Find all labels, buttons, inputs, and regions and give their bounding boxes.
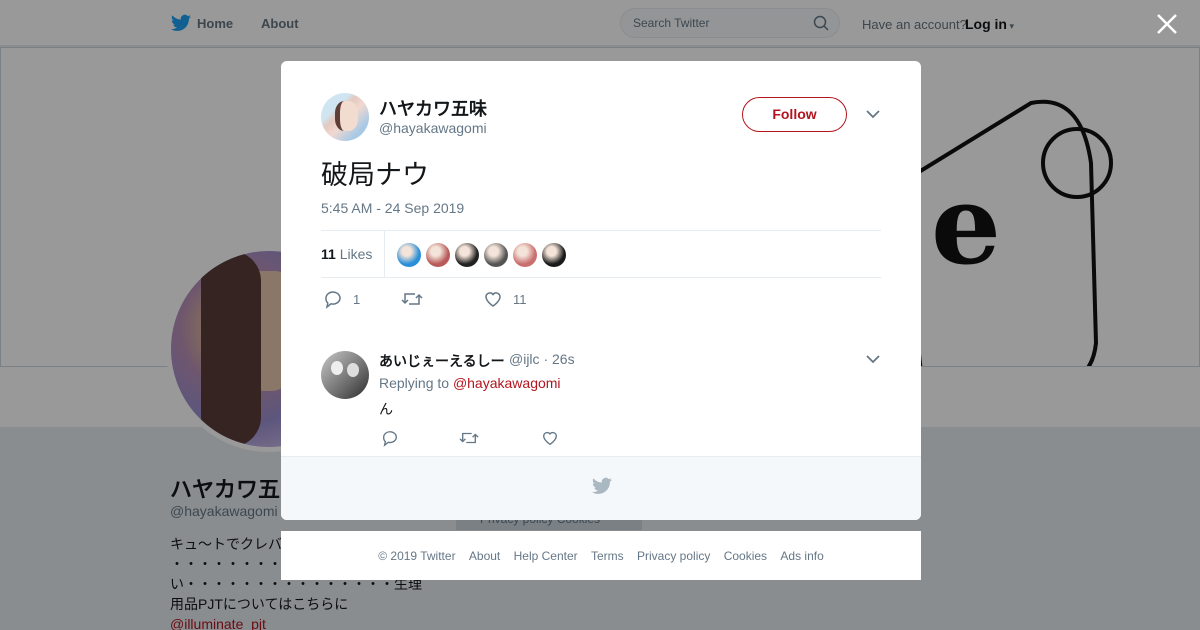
tweet-stats: 11 Likes	[321, 230, 881, 278]
footer-link-ads-info[interactable]: Ads info	[780, 549, 823, 563]
page-footer: © 2019 Twitter About Help Center Terms P…	[281, 531, 921, 580]
reply-actions	[379, 429, 779, 449]
replying-to: Replying to @hayakawagomi	[379, 375, 561, 391]
liker-avatar[interactable]	[484, 243, 508, 267]
follow-button[interactable]: Follow	[742, 97, 847, 132]
reply-tweet[interactable]: あいじぇーえるしー @ijlc · 26s Replying to @hayak…	[321, 351, 881, 451]
like-count: 11	[513, 292, 527, 307]
author-name[interactable]: ハヤカワ五味	[379, 95, 487, 121]
chevron-down-icon[interactable]	[866, 354, 880, 364]
heart-icon	[543, 431, 557, 446]
twitter-bird-icon	[592, 477, 612, 494]
reply-time[interactable]: 26s	[552, 351, 575, 367]
author-avatar[interactable]	[321, 93, 369, 141]
liker-avatar[interactable]	[426, 243, 450, 267]
retweet-icon	[401, 293, 423, 305]
likes-label: Likes	[339, 246, 373, 262]
reply-button[interactable]: 1	[323, 289, 373, 309]
reply-author-avatar[interactable]	[321, 351, 369, 399]
reply-meta: @ijlc · 26s	[509, 351, 575, 367]
chevron-down-icon[interactable]	[866, 109, 880, 119]
heart-icon	[485, 292, 501, 307]
likes-count: 11	[321, 246, 336, 262]
retweet-button[interactable]	[459, 429, 481, 449]
stats-divider	[384, 231, 385, 278]
meta-separator: ·	[543, 351, 549, 367]
tweet-actions: 1 11	[321, 289, 881, 313]
footer-link-help-center[interactable]: Help Center	[514, 549, 578, 563]
likes-stat[interactable]: 11 Likes	[321, 246, 372, 262]
footer-link-privacy[interactable]: Privacy policy	[637, 549, 710, 563]
reply-author-name[interactable]: あいじぇーえるしー	[379, 351, 505, 371]
footer-link-terms[interactable]: Terms	[591, 549, 624, 563]
tweet-modal: ハヤカワ五味 @hayakawagomi Follow 破局ナウ 5:45 AM…	[281, 61, 921, 520]
tweet-text: 破局ナウ	[321, 160, 429, 190]
footer-link-about[interactable]: About	[469, 549, 500, 563]
tweet-timestamp[interactable]: 5:45 AM - 24 Sep 2019	[321, 200, 464, 216]
like-button[interactable]: 11	[483, 289, 543, 309]
reply-author-handle[interactable]: @ijlc	[509, 351, 540, 367]
reply-icon	[383, 431, 397, 447]
retweet-icon	[459, 432, 479, 444]
liker-avatar[interactable]	[455, 243, 479, 267]
replying-prefix: Replying to	[379, 375, 450, 391]
footer-link-cookies[interactable]: Cookies	[724, 549, 767, 563]
retweet-button[interactable]	[401, 289, 431, 309]
like-button[interactable]	[541, 429, 561, 449]
liker-avatar[interactable]	[542, 243, 566, 267]
author-handle[interactable]: @hayakawagomi	[379, 120, 487, 136]
reply-text: ん	[379, 401, 393, 417]
replying-mention[interactable]: @hayakawagomi	[453, 375, 561, 391]
close-icon[interactable]	[1155, 12, 1179, 36]
reply-button[interactable]	[381, 429, 401, 449]
liker-avatar[interactable]	[513, 243, 537, 267]
liker-avatar[interactable]	[397, 243, 421, 267]
modal-footer	[281, 456, 921, 520]
reply-count: 1	[353, 292, 361, 307]
reply-icon	[325, 291, 341, 309]
footer-copyright: © 2019 Twitter	[378, 549, 456, 563]
